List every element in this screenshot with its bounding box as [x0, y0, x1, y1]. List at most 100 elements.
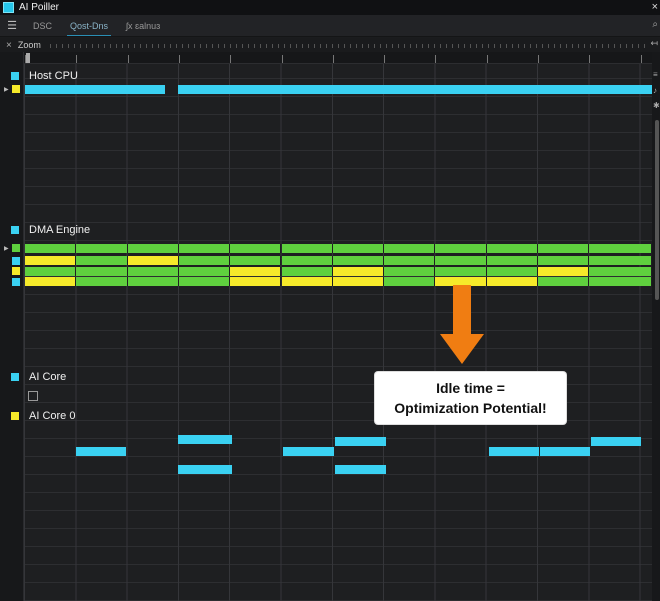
ruler-handle[interactable] [26, 53, 30, 63]
ai-core-task-bar[interactable] [489, 447, 539, 456]
dma-transfer-bar[interactable] [178, 244, 231, 253]
dma-transfer-bar[interactable] [281, 256, 333, 265]
host-cpu-label: Host CPU [29, 70, 78, 82]
dma-transfer-bar[interactable] [538, 256, 590, 265]
search-icon[interactable]: ⌕ [652, 19, 658, 30]
dma-transfer-bar[interactable] [76, 277, 128, 286]
ai-core-task-bar[interactable] [283, 447, 334, 456]
dma-transfer-bar[interactable] [384, 267, 436, 276]
dma-transfer-bar[interactable] [486, 244, 538, 253]
dma-transfer-bar[interactable] [281, 277, 333, 286]
dma-transfer-bar[interactable] [384, 256, 436, 265]
ai-core-task-bar[interactable] [178, 465, 232, 474]
dma-transfer-bar[interactable] [127, 277, 179, 286]
tab-qost-dns[interactable]: Qost-Dns [61, 15, 117, 37]
dma-transfer-bar[interactable] [178, 256, 231, 265]
ruler-tick [127, 55, 129, 63]
dma-transfer-bar[interactable] [25, 244, 77, 253]
ai-core-task-bar[interactable] [540, 447, 590, 456]
ruler-tick [435, 55, 437, 63]
dma-transfer-bar[interactable] [281, 267, 333, 276]
dma-transfer-bar[interactable] [435, 267, 487, 276]
dma-transfer-bar[interactable] [25, 277, 77, 286]
down-arrow-icon [440, 334, 484, 364]
ai-core-checkbox[interactable] [28, 391, 38, 401]
ruler-tick [281, 55, 283, 63]
timeline-grid[interactable] [24, 64, 652, 601]
dma-row-marker-2 [12, 257, 20, 265]
window-close-icon[interactable]: × [652, 0, 658, 15]
dma-transfer-bar[interactable] [538, 277, 590, 286]
zoom-close-icon[interactable]: × [6, 40, 12, 51]
ai-core-swatch [11, 373, 19, 381]
dma-transfer-bar[interactable] [486, 256, 538, 265]
dma-transfer-bar[interactable] [589, 244, 652, 253]
dma-transfer-bar[interactable] [76, 267, 128, 276]
ai-core-0-swatch [11, 412, 19, 420]
dma-transfer-bar[interactable] [332, 277, 385, 286]
app-logo-icon [3, 2, 14, 13]
dma-transfer-bar[interactable] [589, 267, 652, 276]
dma-transfer-bar[interactable] [332, 267, 385, 276]
section-host-cpu[interactable]: Host CPU [0, 67, 652, 85]
dma-transfer-bar[interactable] [384, 244, 436, 253]
dma-transfer-bar[interactable] [332, 256, 385, 265]
settings-icon[interactable]: ✱ [653, 101, 660, 110]
ruler-tick [76, 55, 78, 63]
ai-core-task-bar[interactable] [335, 465, 386, 474]
dma-transfer-bar[interactable] [332, 244, 385, 253]
dma-transfer-bar[interactable] [589, 256, 652, 265]
dma-transfer-bar[interactable] [230, 244, 282, 253]
dma-transfer-bar[interactable] [25, 256, 77, 265]
dma-transfer-bar[interactable] [435, 244, 487, 253]
dma-transfer-bar[interactable] [76, 256, 128, 265]
filter-icon[interactable]: ♪ [653, 86, 657, 95]
expand-arrow-icon[interactable]: ▶ [4, 245, 9, 252]
dma-transfer-bar[interactable] [178, 267, 231, 276]
ai-core-label: AI Core [29, 371, 67, 383]
dma-transfer-bar[interactable] [76, 244, 128, 253]
tab-dsc[interactable]: DSC [24, 15, 61, 37]
host-cpu-row-marker [12, 85, 20, 93]
window-title: AI Poiller [19, 2, 60, 13]
hamburger-icon[interactable]: ☰ [0, 19, 24, 32]
zoom-fit-icon[interactable]: ↤ [650, 38, 658, 49]
ai-core-task-bar[interactable] [76, 447, 126, 456]
ai-core-task-bar[interactable] [335, 437, 386, 446]
ai-core-task-bar[interactable] [591, 437, 641, 446]
dma-transfer-bar[interactable] [230, 256, 282, 265]
dma-transfer-bar[interactable] [230, 267, 282, 276]
zoom-label: Zoom [17, 40, 41, 50]
dma-transfer-bar[interactable] [486, 267, 538, 276]
dma-transfer-bar[interactable] [486, 277, 538, 286]
dma-row-marker-3 [12, 267, 20, 275]
dma-transfer-bar[interactable] [230, 277, 282, 286]
list-icon[interactable]: ≡ [653, 70, 658, 79]
tab-fx-ealnue[interactable]: ʃx ɛalnuɜ [117, 15, 169, 37]
zoom-slider[interactable] [50, 44, 650, 48]
host-cpu-bar[interactable] [178, 85, 652, 94]
dma-transfer-bar[interactable] [538, 244, 590, 253]
dma-transfer-bar[interactable] [25, 267, 77, 276]
dma-transfer-bar[interactable] [435, 256, 487, 265]
title-bar: AI Poiller × [0, 0, 660, 15]
dma-transfer-bar[interactable] [589, 277, 652, 286]
dma-transfer-bar[interactable] [127, 256, 179, 265]
section-dma-engine[interactable]: DMA Engine [0, 221, 652, 239]
menu-bar: ☰ DSC Qost-Dns ʃx ɛalnuɜ ⌕ [0, 15, 660, 37]
ruler-tick [178, 55, 180, 63]
ruler-tick [486, 55, 488, 63]
expand-arrow-icon[interactable]: ▶ [4, 86, 9, 93]
ai-core-task-bar[interactable] [178, 435, 232, 444]
dma-transfer-bar[interactable] [127, 267, 179, 276]
dma-transfer-bar[interactable] [538, 267, 590, 276]
track-gutter [0, 52, 24, 601]
host-cpu-bar[interactable] [25, 85, 165, 94]
dma-transfer-bar[interactable] [384, 277, 436, 286]
dma-transfer-bar[interactable] [178, 277, 231, 286]
time-ruler[interactable] [24, 52, 652, 64]
vertical-scrollbar[interactable] [655, 120, 659, 300]
ruler-tick [230, 55, 232, 63]
dma-transfer-bar[interactable] [127, 244, 179, 253]
dma-transfer-bar[interactable] [281, 244, 333, 253]
